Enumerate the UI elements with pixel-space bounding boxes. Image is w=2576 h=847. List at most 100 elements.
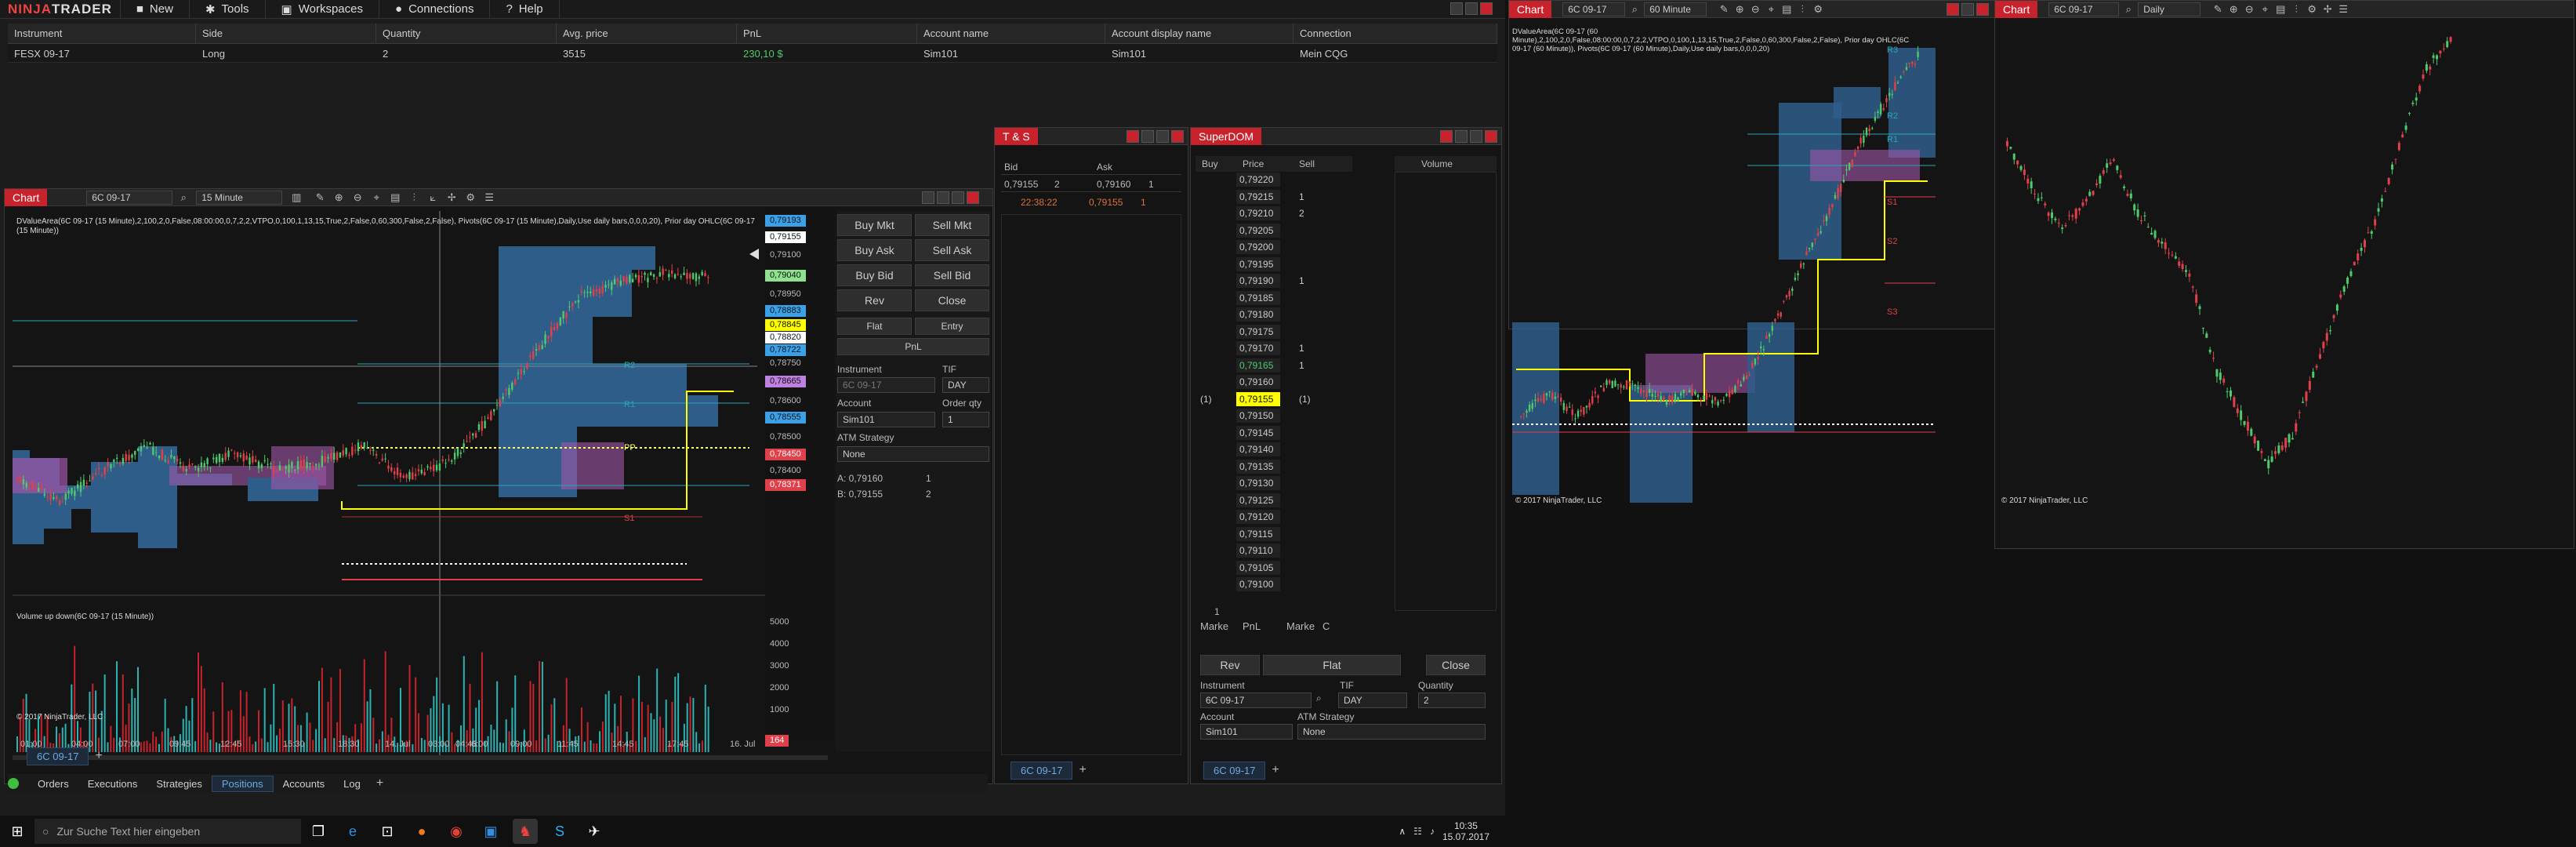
menu-connections[interactable]: ● Connections [379,0,491,19]
indicators-icon[interactable]: ⫶ [2290,3,2302,16]
time-axis[interactable]: 01:00 04:00 07:00 09:45 12:45 15:30 18:30 14. J… [13,738,765,754]
order-qty-stepper[interactable]: 1 [942,412,989,427]
tab-executions[interactable]: Executions [78,776,147,791]
atm-strategy-select[interactable]: None [837,446,989,462]
close-icon[interactable] [1976,3,1989,16]
dom-row[interactable]: 0,79215 1 [1195,189,1352,205]
add-tab-icon[interactable]: + [1265,763,1285,777]
link-icon[interactable] [1127,130,1139,143]
dom-row[interactable]: 0,79180 [1195,307,1352,323]
dom-row[interactable]: 0,79170 1 [1195,340,1352,357]
price-panel-svg[interactable]: R2 R1 PP S1 [13,211,765,760]
search-icon[interactable]: ⌕ [2122,3,2135,16]
tab-strategies[interactable]: Strategies [147,776,212,791]
dom-row[interactable]: 0,79185 [1195,290,1352,307]
search-icon[interactable]: ⌕ [177,191,190,204]
menu-new[interactable]: ■ New [121,0,190,19]
dom-market-sell[interactable]: Marke [1286,620,1315,632]
dom-row[interactable]: 0,79115 [1195,526,1352,543]
maximize-icon[interactable] [1465,2,1478,15]
add-tab-icon[interactable]: + [89,749,108,763]
col-side[interactable]: Side [196,24,376,43]
app-icon[interactable]: ▣ [478,819,503,844]
taskbar-search-input[interactable]: ○ Zur Suche Text hier eingeben [34,819,301,844]
skype-icon[interactable]: S [547,819,572,844]
edge-icon[interactable]: e [340,819,365,844]
col-avg-price[interactable]: Avg. price [557,24,737,43]
dom-flat-button[interactable]: Flat [1263,655,1401,675]
price-axis[interactable]: 0,79193 0,79155 0,79100 0,79040 0,78950 … [765,211,834,747]
dom-row[interactable]: 0,79220 [1195,172,1352,188]
settings-icon[interactable]: ⚙ [1812,3,1824,16]
add-tab-icon[interactable]: + [370,776,390,791]
dom-row[interactable]: 0,79145 [1195,425,1352,442]
minimize-icon[interactable] [1141,130,1154,143]
dom-row[interactable]: 0,79150 [1195,408,1352,424]
buy-mkt-button[interactable]: Buy Mkt [837,214,912,236]
chrome-icon[interactable]: ◉ [444,819,469,844]
entry-button[interactable]: Entry [915,318,989,335]
buy-bid-button[interactable]: Buy Bid [837,264,912,286]
dom-qty-stepper[interactable]: 2 [1418,693,1486,708]
buy-ask-button[interactable]: Buy Ask [837,239,912,261]
restore-icon[interactable] [937,191,949,204]
menu-help[interactable]: ? Help [490,0,560,19]
dom-sell-cell[interactable]: 1 [1299,343,1330,354]
col-connection[interactable]: Connection [1293,24,1497,43]
chart2-interval-selector[interactable]: 60 Minute [1644,2,1707,16]
data-box-icon[interactable]: ☰ [483,191,495,204]
instrument-selector[interactable]: 6C 09-17 [86,190,173,205]
menu-tools[interactable]: ✱ Tools [190,0,266,19]
horizontal-scrollbar[interactable] [13,755,828,760]
volume-icon[interactable]: ♪ [1430,826,1435,837]
tab-accounts[interactable]: Accounts [274,776,334,791]
interval-selector[interactable]: 15 Minute [196,190,283,205]
dom-row[interactable]: 0,79195 [1195,256,1352,273]
link-icon[interactable] [1440,130,1453,143]
dom-row[interactable]: 0,79175 [1195,324,1352,340]
dom-row[interactable]: 0,79100 [1195,576,1352,593]
link-icon[interactable] [1947,3,1959,16]
tab-chart-instrument[interactable]: 6C 09-17 [27,747,89,765]
rev-button[interactable]: Rev [837,289,912,311]
col-quantity[interactable]: Quantity [376,24,557,43]
crosshair-icon[interactable]: ⌖ [370,191,383,204]
dom-rev-button[interactable]: Rev [1200,655,1260,675]
dom-tif-select[interactable]: DAY [1338,693,1407,708]
windows-start-icon[interactable]: ⊞ [5,819,30,844]
maximize-icon[interactable] [952,191,964,204]
pencil-icon[interactable]: ✎ [1718,3,1730,16]
dom-close-button[interactable]: Close [1426,655,1486,675]
sell-mkt-button[interactable]: Sell Mkt [915,214,989,236]
store-icon[interactable]: ⊡ [375,819,400,844]
ninjatrader-taskbar-icon[interactable]: ♞ [513,819,538,844]
col-instrument[interactable]: Instrument [8,24,196,43]
tab-ts-instrument[interactable]: 6C 09-17 [1010,761,1073,780]
dom-row[interactable]: 0,79135 [1195,459,1352,475]
search-icon[interactable]: ⌕ [1628,3,1641,16]
pencil-icon[interactable]: ✎ [2211,3,2224,16]
firefox-icon[interactable]: ● [409,819,434,844]
maximize-icon[interactable] [1156,130,1169,143]
zoom-in-icon[interactable]: ⊕ [2227,3,2240,16]
close-icon[interactable] [1171,130,1184,143]
sell-ask-button[interactable]: Sell Ask [915,239,989,261]
zoom-out-icon[interactable]: ⊖ [1749,3,1761,16]
pencil-icon[interactable]: ✎ [314,191,326,204]
menu-workspaces[interactable]: ▣ Workspaces [266,0,379,19]
dom-row[interactable]: (1) 0,79155 (1) [1195,391,1352,408]
tab-log[interactable]: Log [334,776,370,791]
minimize-icon[interactable] [1961,3,1974,16]
instrument-field[interactable]: 6C 09-17 [837,377,935,393]
minimize-icon[interactable] [1450,2,1463,15]
bar-type-icon[interactable]: ▥ [290,191,303,204]
dom-row[interactable]: 0,79140 [1195,442,1352,458]
data-box-icon[interactable]: ☰ [2337,3,2349,16]
dom-row[interactable]: 0,79210 2 [1195,205,1352,222]
account-select[interactable]: Sim101 [837,412,935,427]
dom-market-buy[interactable]: Marke [1200,620,1228,632]
task-view-icon[interactable]: ❐ [306,819,331,844]
tab-positions[interactable]: Positions [211,775,274,792]
close-icon[interactable] [967,191,979,204]
chart2-price-panel[interactable]: R3 R2 R1 S1 S2 S3 [1512,24,1936,511]
